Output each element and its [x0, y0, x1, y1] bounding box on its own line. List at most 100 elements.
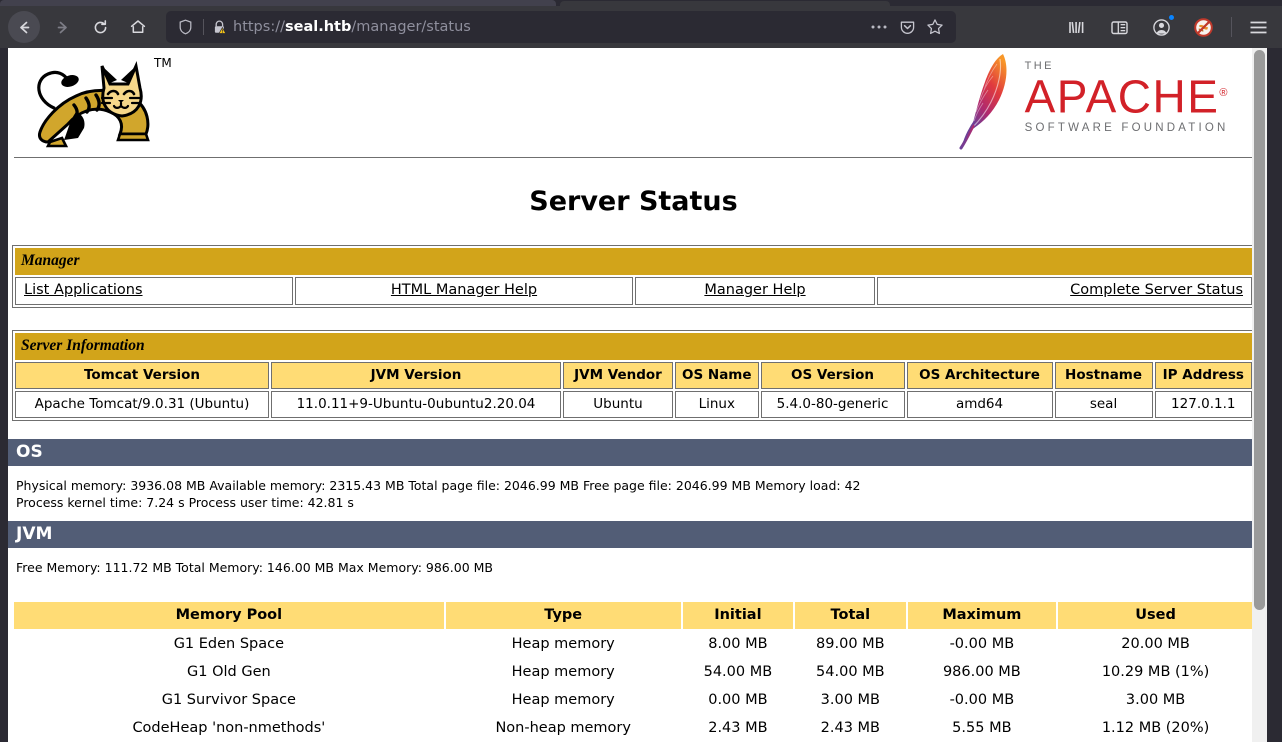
list-applications-link[interactable]: List Applications	[24, 282, 143, 298]
table-row: CodeHeap 'non-nmethods' Non-heap memory …	[14, 715, 1253, 741]
cell-initial: 8.00 MB	[682, 631, 794, 657]
forward-button[interactable]	[46, 11, 78, 43]
server-info-data-row: Apache Tomcat/9.0.31 (Ubuntu) 11.0.11+9-…	[15, 391, 1252, 418]
column-header-os-architecture: OS Architecture	[906, 362, 1053, 389]
forward-arrow-icon	[54, 19, 71, 36]
os-process-time-stats: Process kernel time: 7.24 s Process user…	[16, 495, 354, 510]
home-button[interactable]	[122, 11, 154, 43]
value-tomcat-version: Apache Tomcat/9.0.31 (Ubuntu)	[15, 391, 269, 418]
url-text[interactable]: https://seal.htb/manager/status	[229, 19, 866, 35]
manager-link-cell: List Applications	[15, 277, 293, 305]
value-os-name: Linux	[675, 391, 759, 418]
cell-initial: 54.00 MB	[682, 659, 794, 685]
column-header-used: Used	[1058, 602, 1253, 629]
pocket-icon[interactable]	[894, 14, 920, 40]
apache-logo: THE APACHE® SOFTWARE FOUNDATION	[957, 50, 1229, 154]
server-information-title: Server Information	[15, 333, 1252, 360]
manager-help-link[interactable]: Manager Help	[704, 282, 805, 298]
urlbar-container: https://seal.htb/manager/status	[166, 11, 956, 43]
cell-used: 3.00 MB	[1058, 687, 1253, 713]
cell-type: Non-heap memory	[445, 715, 681, 741]
account-icon	[1152, 18, 1171, 37]
column-header-initial: Initial	[682, 602, 794, 629]
reload-icon	[92, 19, 109, 36]
cell-total: 54.00 MB	[795, 659, 906, 685]
cell-maximum: -0.00 MB	[907, 631, 1057, 657]
cell-used: 1.12 MB (20%)	[1058, 715, 1253, 741]
manager-links-row: List Applications HTML Manager Help Mana…	[15, 277, 1252, 305]
scrollbar-thumb[interactable]	[1254, 50, 1265, 610]
value-hostname: seal	[1054, 391, 1153, 418]
jvm-section-body: Free Memory: 111.72 MB Total Memory: 146…	[8, 548, 1259, 586]
urlbar-actions	[866, 14, 948, 40]
account-button[interactable]	[1145, 11, 1177, 43]
manager-title-row: Manager	[15, 248, 1252, 275]
hamburger-menu-icon	[1249, 20, 1268, 35]
registered-mark: ®	[1219, 87, 1229, 99]
column-header-maximum: Maximum	[907, 602, 1057, 629]
os-memory-stats: Physical memory: 3936.08 MB Available me…	[16, 478, 861, 493]
reload-button[interactable]	[84, 11, 116, 43]
apache-feather-icon	[957, 50, 1019, 154]
app-menu-button[interactable]	[1242, 11, 1274, 43]
cell-type: Heap memory	[445, 631, 681, 657]
manager-link-cell: HTML Manager Help	[295, 277, 633, 305]
back-button[interactable]	[8, 11, 40, 43]
bookmark-star-icon[interactable]	[922, 14, 948, 40]
noscript-extension-icon	[1193, 17, 1214, 38]
value-jvm-vendor: Ubuntu	[563, 391, 673, 418]
memory-pool-body: G1 Eden Space Heap memory 8.00 MB 89.00 …	[14, 631, 1253, 742]
address-bar[interactable]: https://seal.htb/manager/status	[166, 11, 956, 43]
cell-memory-pool: CodeHeap 'non-nmethods'	[14, 715, 444, 741]
complete-server-status-link[interactable]: Complete Server Status	[1070, 282, 1243, 298]
lock-warning-icon[interactable]	[211, 19, 229, 36]
viewport-left-edge	[0, 48, 8, 742]
column-header-tomcat-version: Tomcat Version	[15, 362, 269, 389]
column-header-jvm-version: JVM Version	[271, 362, 561, 389]
cell-memory-pool: G1 Eden Space	[14, 631, 444, 657]
cell-total: 3.00 MB	[795, 687, 906, 713]
page-title: Server Status	[529, 186, 738, 217]
cell-maximum: 5.55 MB	[907, 715, 1057, 741]
page-viewport: TM THE APACHE® SOFTWARE FOUNDATION Serve…	[0, 48, 1282, 742]
tomcat-status-page: TM THE APACHE® SOFTWARE FOUNDATION Serve…	[8, 48, 1267, 742]
cell-maximum: 986.00 MB	[907, 659, 1057, 685]
column-header-os-name: OS Name	[675, 362, 759, 389]
cell-initial: 0.00 MB	[682, 687, 794, 713]
os-section-header: OS	[8, 439, 1259, 466]
apache-wordmark: THE APACHE® SOFTWARE FOUNDATION	[1025, 60, 1229, 134]
jvm-memory-stats: Free Memory: 111.72 MB Total Memory: 146…	[16, 560, 493, 575]
server-info-header-row: Tomcat Version JVM Version JVM Vendor OS…	[15, 362, 1252, 389]
page-scrollbar[interactable]	[1252, 48, 1267, 742]
value-os-version: 5.4.0-80-generic	[760, 391, 905, 418]
cell-total: 2.43 MB	[795, 715, 906, 741]
sidebar-button[interactable]	[1103, 11, 1135, 43]
value-os-architecture: amd64	[906, 391, 1053, 418]
url-path: /manager/status	[351, 19, 471, 35]
table-row: G1 Survivor Space Heap memory 0.00 MB 3.…	[14, 687, 1253, 713]
html-manager-help-link[interactable]: HTML Manager Help	[391, 282, 537, 298]
apache-tagline-text: SOFTWARE FOUNDATION	[1024, 122, 1229, 135]
apache-name-text: APACHE®	[1024, 70, 1229, 123]
cell-type: Heap memory	[445, 659, 681, 685]
cell-total: 89.00 MB	[795, 631, 906, 657]
column-header-type: Type	[445, 602, 681, 629]
url-scheme: https://	[233, 19, 285, 35]
memory-pool-header-row: Memory Pool Type Initial Total Maximum U…	[14, 602, 1253, 629]
urlbar-divider	[203, 19, 204, 35]
table-row: G1 Old Gen Heap memory 54.00 MB 54.00 MB…	[14, 659, 1253, 685]
noscript-extension-button[interactable]	[1187, 11, 1219, 43]
column-header-memory-pool: Memory Pool	[14, 602, 444, 629]
column-header-total: Total	[795, 602, 906, 629]
manager-table: Manager List Applications HTML Manager H…	[12, 245, 1255, 308]
home-icon	[129, 18, 147, 36]
column-header-ip-address: IP Address	[1154, 362, 1252, 389]
cell-used: 10.29 MB (1%)	[1058, 659, 1253, 685]
cell-type: Heap memory	[445, 687, 681, 713]
account-notification-badge	[1168, 14, 1175, 21]
sidebar-icon	[1110, 19, 1129, 36]
page-actions-button[interactable]	[866, 14, 892, 40]
cell-maximum: -0.00 MB	[907, 687, 1057, 713]
shield-icon[interactable]	[174, 19, 196, 35]
library-button[interactable]	[1061, 11, 1093, 43]
